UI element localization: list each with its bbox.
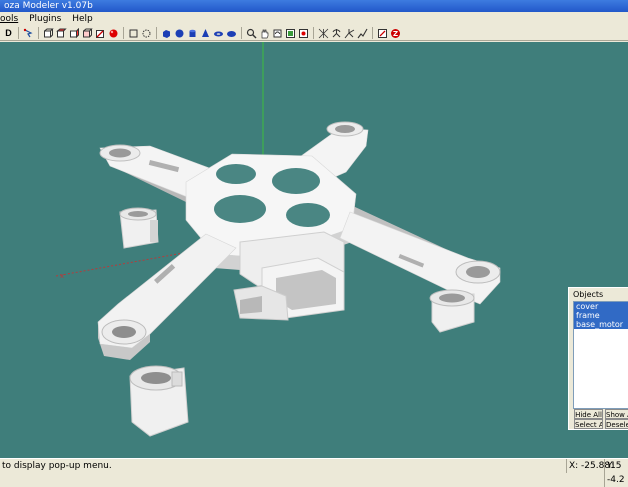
add-ellipsoid-icon[interactable] [226,28,237,39]
objects-panel: Objects cover frame base_motor Hide All … [568,287,628,430]
toolbar: D Z [0,26,628,41]
toolbar-separator [123,27,124,39]
status-message: to display pop-up menu. [2,461,112,471]
menu-tools[interactable]: ools [0,12,22,26]
view-top-icon[interactable] [56,28,67,39]
object-item-frame[interactable]: frame [574,311,628,320]
deselect-all-button[interactable]: Desele [605,419,628,429]
3d-viewport[interactable]: z x [0,42,628,458]
d-tool-button[interactable]: D [3,28,14,39]
add-cone-icon[interactable] [200,28,211,39]
rotate-axes-icon[interactable] [331,28,342,39]
view-side-icon[interactable] [69,27,80,39]
status-y-coordinate: Y: -4.2 [604,459,628,487]
motor-mount-2[interactable] [429,289,475,333]
svg-text:Z: Z [393,30,398,38]
window-title: oza Modeler v1.07b [4,1,93,11]
scene: z x [55,42,501,437]
objects-panel-title: Objects [573,290,604,299]
add-plane-icon[interactable] [128,28,139,39]
menu-plugins[interactable]: Plugins [25,12,65,26]
objects-list[interactable]: cover frame base_motor [573,301,628,409]
about-icon[interactable]: Z [390,28,401,39]
toolbar-separator [18,27,19,39]
toolbar-separator [38,27,39,39]
scale-axes-icon[interactable] [344,28,355,39]
status-bar: to display pop-up menu. X: -25.8815 Y: -… [0,458,628,487]
deform-icon[interactable] [357,28,368,39]
motor-mount-1[interactable] [119,207,159,249]
toolbar-separator [241,27,242,39]
hide-all-button[interactable]: Hide All [574,409,603,419]
pan-hand-icon[interactable] [259,28,270,39]
toolbar-separator [313,27,314,39]
add-sphere-icon[interactable] [174,28,185,39]
add-cylinder-icon[interactable] [187,28,198,39]
render-sphere-icon[interactable] [108,28,119,39]
menu-help[interactable]: Help [68,12,97,26]
rotate-view-icon[interactable] [272,28,283,39]
add-circle-icon[interactable] [141,28,152,39]
refresh-icon[interactable] [298,28,309,39]
show-all-button[interactable]: Show A [605,409,628,419]
add-box-icon[interactable] [161,28,172,39]
x-axis-marker: x [60,272,64,280]
view-front-icon[interactable] [43,28,54,39]
move-axes-icon[interactable] [318,28,329,39]
fit-view-icon[interactable] [285,28,296,39]
motor-mount-3[interactable] [129,365,189,437]
add-torus-icon[interactable] [213,28,224,39]
toolbar-separator [156,27,157,39]
toolbar-separator [372,27,373,39]
object-item-base-motor[interactable]: base_motor [574,320,628,329]
properties-icon[interactable] [377,28,388,39]
title-bar: oza Modeler v1.07b [0,0,628,12]
object-item-cover[interactable]: cover [574,302,628,311]
menu-bar: ools Plugins Help [0,12,628,26]
view-iso-icon[interactable] [82,28,93,39]
no-view-icon[interactable] [95,28,106,39]
select-all-button[interactable]: Select All [574,419,603,429]
zoom-icon[interactable] [246,28,257,39]
select-tool-icon[interactable] [23,28,34,39]
